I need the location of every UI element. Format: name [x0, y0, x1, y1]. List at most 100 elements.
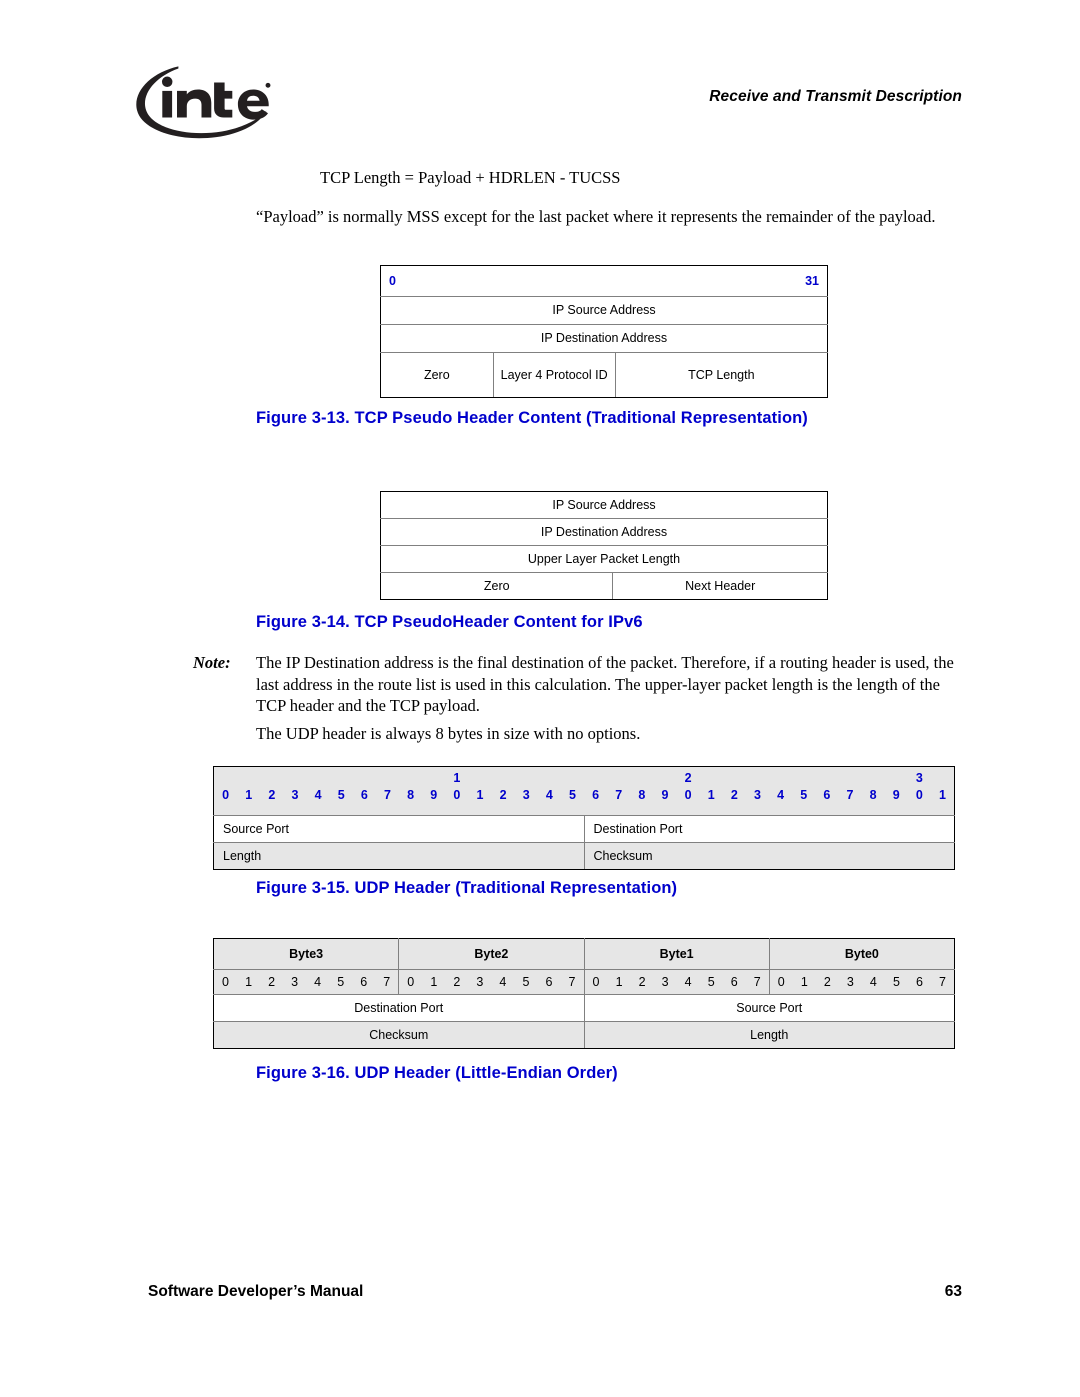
bit-ones-digit: 5 — [800, 788, 808, 802]
bit-digit: 2 — [638, 975, 646, 989]
bit-ones-digit: 4 — [545, 788, 553, 802]
field-length: Length — [583, 1021, 955, 1049]
field-checksum: Checksum — [583, 842, 955, 870]
bit-digit: 0 — [222, 975, 229, 989]
bit-ones-digit: 1 — [245, 788, 253, 802]
bit-tens-digit — [885, 771, 908, 786]
note-label: Note: — [193, 653, 231, 672]
bit-index-byte2: 0 1 2 3 4 5 6 7 — [398, 969, 585, 995]
bit-tens-digit — [422, 771, 445, 786]
bit-tens-digit — [815, 771, 838, 786]
bit-ones-digit: 5 — [337, 788, 345, 802]
bit-ones-digit: 2 — [730, 788, 738, 802]
bit-digit: 1 — [245, 975, 253, 989]
bit-ones-digit: 0 — [915, 788, 923, 802]
byte-header-byte2: Byte2 — [398, 938, 585, 970]
bit-ones-digit: 3 — [753, 788, 761, 802]
bit-digit: 7 — [383, 975, 391, 989]
intel-logo — [135, 57, 275, 143]
field-tcp-length: TCP Length — [614, 352, 829, 398]
bit-ones-digit: 0 — [453, 788, 461, 802]
bit-ones-digit: 2 — [268, 788, 276, 802]
field-next-header: Next Header — [612, 572, 828, 600]
bit-digit: 4 — [499, 975, 507, 989]
bit-ones-digit: 6 — [823, 788, 831, 802]
field-upper-layer-packet-length: Upper Layer Packet Length — [380, 545, 828, 573]
figure-caption-3-15: Figure 3-15. UDP Header (Traditional Rep… — [256, 879, 678, 897]
bit-ones-digit: 7 — [615, 788, 623, 802]
bit-tens-digit — [260, 771, 283, 786]
field-ip-source-address: IP Source Address — [380, 296, 828, 325]
bit-ones-digit: 8 — [407, 788, 415, 802]
footer-manual-title: Software Developer’s Manual — [148, 1283, 364, 1300]
bit-tens-digit — [584, 771, 607, 786]
bit-digit: 4 — [314, 975, 322, 989]
tcp-length-formula: TCP Length = Payload + HDRLEN - TUCSS — [320, 168, 621, 187]
bit-end-label: 31 — [805, 273, 819, 288]
bit-ones-digit: 3 — [291, 788, 299, 802]
bit-index-byte0: 0 1 2 3 4 5 6 7 — [768, 969, 956, 995]
bit-tens-digit — [515, 771, 538, 786]
bit-tens-digit — [838, 771, 861, 786]
bit-tens-digit: 3 — [915, 771, 923, 785]
bit-ones-digit: 1 — [707, 788, 715, 802]
bit-digit: 5 — [892, 975, 900, 989]
footer-page-number: 63 — [944, 1283, 962, 1300]
bit-ones-digit: 4 — [314, 788, 322, 802]
field-length: Length — [213, 842, 585, 870]
bit-ones-digit: 5 — [568, 788, 576, 802]
bit-digit: 0 — [592, 975, 600, 989]
bit-digit: 4 — [869, 975, 877, 989]
bit-ones-digit: 2 — [499, 788, 507, 802]
bit-ones-digit: 0 — [222, 788, 230, 802]
field-layer4-protocol-id: Layer 4 Protocol ID — [492, 352, 616, 398]
bit-tens-digit — [561, 771, 584, 786]
bit-digit: 3 — [476, 975, 484, 989]
table-row: IP Source Address — [380, 296, 828, 325]
figure-caption-3-16: Figure 3-16. UDP Header (Little-Endian O… — [256, 1064, 618, 1082]
bit-ones-digit: 7 — [383, 788, 391, 802]
bit-tens-digit — [214, 771, 237, 786]
page-header: Receive and Transmit Description — [0, 0, 1080, 150]
bit-digit: 0 — [777, 975, 785, 989]
bit-digit: 1 — [615, 975, 623, 989]
bit-tens-digit — [237, 771, 260, 786]
bit-index-row: 1 2 3 0 1 2 3 4 5 6 7 8 9 0 1 2 3 4 5 6 7 8 9 0 1 2 3 4 5 6 7 8 9 0 1 — [213, 766, 955, 816]
bit-tens-digit: 1 — [453, 771, 461, 785]
bit-tens-digit — [931, 771, 954, 786]
bit-ones-digit: 7 — [846, 788, 854, 802]
table-row: 1 2 3 0 1 2 3 4 5 6 7 8 9 0 1 2 3 4 5 6 7 8 9 0 1 2 3 4 5 6 7 8 9 0 1 — [213, 766, 955, 816]
field-source-port: Source Port — [213, 815, 585, 843]
bit-digit: 3 — [291, 975, 299, 989]
table-row: Source Port Destination Port — [213, 815, 955, 843]
bit-digit: 5 — [337, 975, 345, 989]
table-row: Checksum Length — [213, 1021, 955, 1049]
field-ip-destination-address: IP Destination Address — [380, 324, 828, 353]
bit-tens-digit — [353, 771, 376, 786]
bit-tens-digit — [630, 771, 653, 786]
field-checksum: Checksum — [213, 1021, 585, 1049]
bit-digit: 3 — [846, 975, 854, 989]
bit-tens-digit — [376, 771, 399, 786]
bit-ones-digit: 8 — [869, 788, 877, 802]
bit-ones-digit: 1 — [938, 788, 946, 802]
bit-tens-digit — [653, 771, 676, 786]
table-row: 0 31 — [380, 265, 828, 297]
udp-header-traditional-table: 1 2 3 0 1 2 3 4 5 6 7 8 9 0 1 2 3 4 5 6 7 8 9 0 1 2 3 4 5 6 7 8 9 0 1 Sou… — [213, 766, 955, 870]
tcp-pseudo-header-ipv6-table: IP Source Address IP Destination Address… — [379, 491, 828, 600]
bit-digit: 6 — [915, 975, 923, 989]
table-row: 0 1 2 3 4 5 6 7 0 1 2 3 4 5 6 7 0 1 2 3 4 5 6 7 0 1 2 3 4 5 6 7 — [212, 969, 956, 995]
bit-digit: 2 — [823, 975, 831, 989]
bit-ones-digit: 9 — [430, 788, 438, 802]
field-ip-destination-address: IP Destination Address — [380, 518, 828, 546]
bit-tens-digit: 2 — [684, 771, 692, 785]
table-row: IP Destination Address — [380, 518, 828, 546]
bit-digit: 7 — [753, 975, 761, 989]
table-row: IP Destination Address — [380, 324, 828, 353]
bit-ones-row: 0 1 2 3 4 5 6 7 8 9 0 1 2 3 4 5 6 7 8 9 0 1 2 3 4 5 6 7 8 9 0 1 — [214, 788, 954, 803]
field-ip-source-address: IP Source Address — [380, 491, 828, 519]
note-text: The IP Destination address is the final … — [256, 653, 954, 715]
bit-tens-digit — [746, 771, 769, 786]
bit-ones-digit: 0 — [684, 788, 692, 802]
byte-header-byte0: Byte0 — [768, 938, 956, 970]
